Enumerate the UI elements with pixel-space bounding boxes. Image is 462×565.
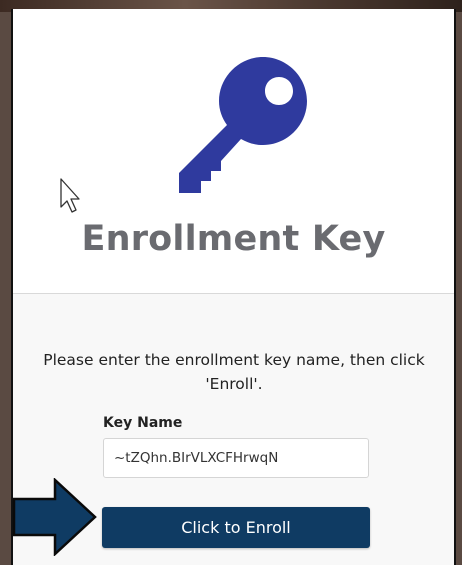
arrow-right-icon xyxy=(12,478,97,556)
key-name-input[interactable] xyxy=(103,438,369,478)
mouse-cursor-icon xyxy=(60,178,80,213)
page-title: Enrollment Key xyxy=(81,219,386,259)
key-icon xyxy=(179,57,307,193)
key-name-label: Key Name xyxy=(103,415,183,431)
enroll-button[interactable]: Click to Enroll xyxy=(102,507,370,548)
card-header: Enrollment Key xyxy=(13,9,454,294)
instructions-text: Please enter the enrollment key name, th… xyxy=(43,351,425,393)
